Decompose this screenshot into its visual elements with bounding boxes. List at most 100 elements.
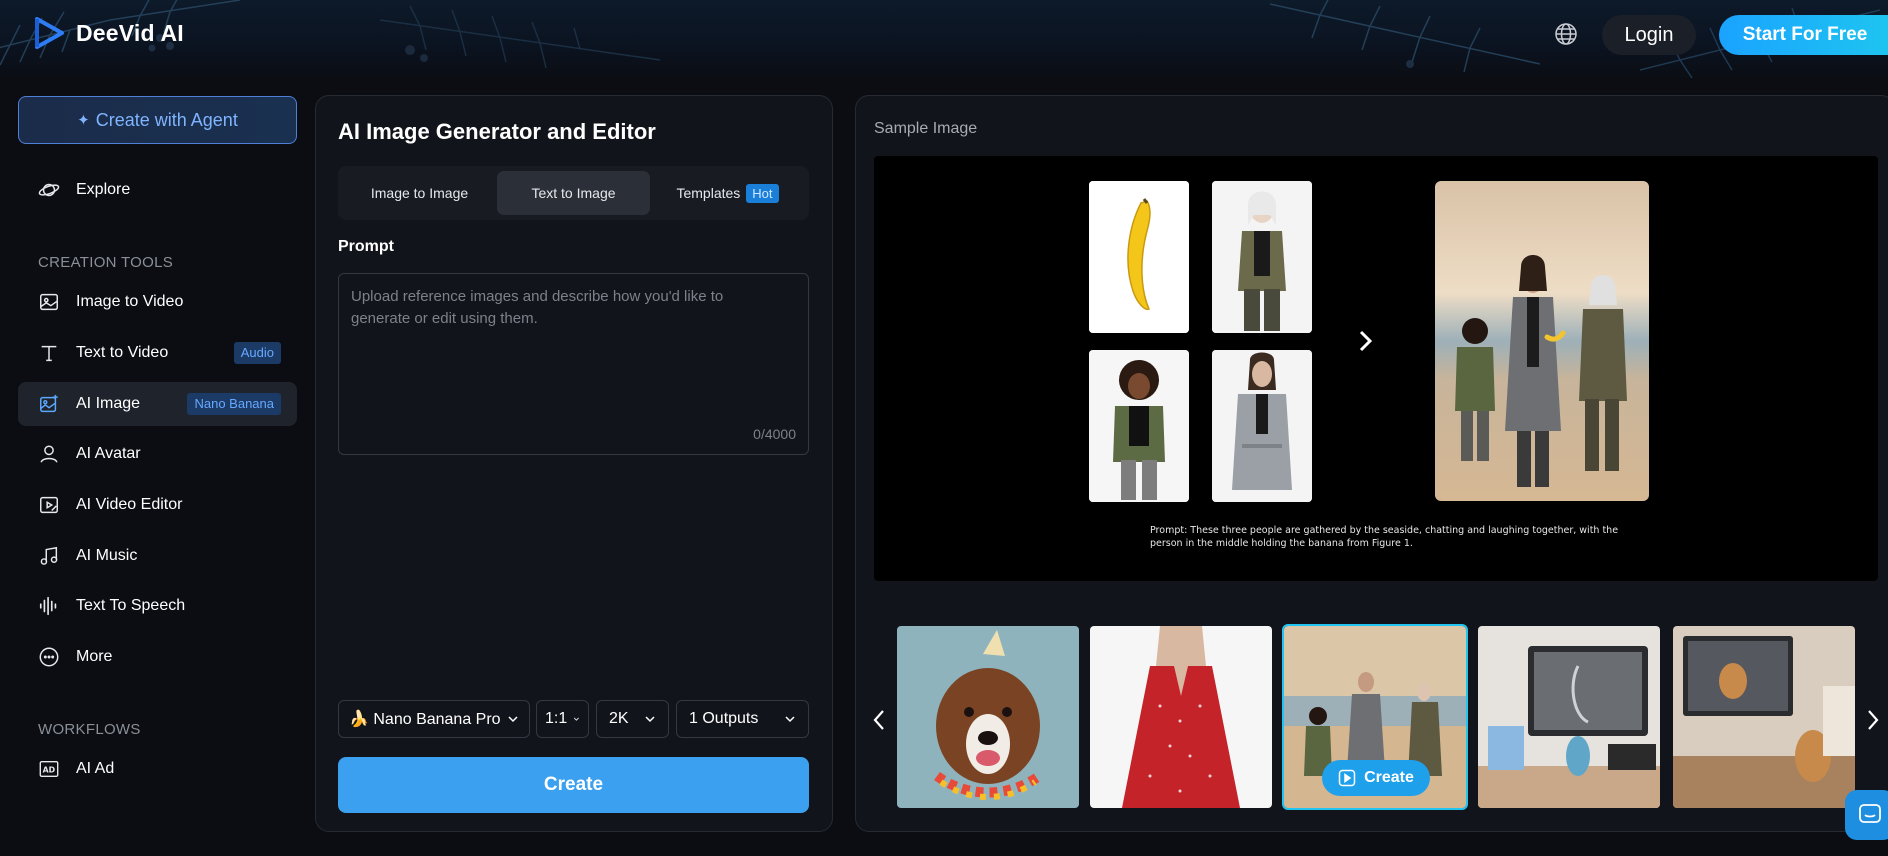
tab-label: Text to Image [531,185,616,201]
model-select-label: 🍌 Nano Banana Pro [349,711,501,728]
sidebar-item-label: AI Music [76,547,138,564]
aspect-ratio-label: 1:1 [545,710,568,727]
nano-banana-badge: Nano Banana [187,393,281,415]
pine-decoration-icon [1269,0,1541,73]
mode-tabs: Image to Image Text to Image Templates H… [338,166,809,220]
resolution-label: 2K [609,710,629,727]
red-dress-illustration [1090,626,1272,808]
thumbnail-create-button[interactable]: Create [1322,760,1430,796]
cat-figure-illustration [1673,626,1855,808]
svg-text:AD: AD [43,766,56,775]
creation-tools-heading: CREATION TOOLS [38,254,174,271]
waveform-icon [39,596,57,616]
sidebar-item-text-to-speech[interactable]: Text To Speech [18,584,297,628]
beach-scene-illustration [1435,181,1649,501]
more-icon [39,647,59,667]
audio-badge: Audio [233,342,281,364]
sample-thumbnail[interactable] [1478,626,1660,808]
prompt-input[interactable]: Upload reference images and describe how… [338,273,809,455]
sidebar-item-label: More [76,648,113,665]
login-button[interactable]: Login [1602,15,1696,55]
sidebar-item-ai-video-editor[interactable]: AI Video Editor [18,483,297,527]
sidebar-item-label: Explore [76,181,131,198]
sidebar-item-ai-music[interactable]: AI Music [18,534,297,578]
character-count: 0/4000 [753,426,796,442]
banana-illustration [1089,181,1189,333]
text-icon [41,345,57,362]
sidebar-item-ai-avatar[interactable]: AI Avatar [18,432,297,476]
tab-label: Templates [676,185,741,201]
sidebar-item-label: Text To Speech [76,597,186,614]
chevron-right-icon[interactable] [1864,708,1882,732]
chevron-down-icon [574,717,580,721]
sidebar-item-ai-image[interactable]: AI Image Nano Banana [18,382,297,426]
result-image [1435,181,1649,501]
chevron-down-icon [785,716,795,723]
sidebar-item-label: AI Image [76,395,141,412]
sample-preview [874,156,1878,581]
tab-text-to-image[interactable]: Text to Image [497,171,650,215]
create-button[interactable]: Create [338,757,809,813]
ai-image-icon [40,394,58,413]
chevron-left-icon[interactable] [870,708,888,732]
tab-label: Image to Image [370,185,469,201]
sidebar-item-image-to-video[interactable]: Image to Video [18,280,297,324]
woman-illustration [1212,181,1312,333]
hot-badge: Hot [746,183,779,203]
dog-illustration [897,626,1079,808]
globe-icon[interactable] [1554,22,1578,46]
reference-image-woman [1212,181,1312,333]
sidebar-item-label: AI Video Editor [76,496,183,513]
sample-thumbnail[interactable] [1090,626,1272,808]
model-select[interactable]: 🍌 Nano Banana Pro [338,700,530,738]
outputs-label: 1 Outputs [689,710,759,727]
aspect-ratio-select[interactable]: 1:1 [536,700,589,738]
prompt-label: Prompt [338,238,394,255]
image-icon [40,293,58,311]
sparkle-icon: ✦ [77,112,90,129]
man-illustration [1212,350,1312,502]
sample-prompt-caption: Prompt: These three people are gathered … [1150,525,1619,549]
sidebar-item-text-to-video[interactable]: Text to Video Audio [18,331,297,375]
ad-icon: AD [39,760,59,778]
brand-logo[interactable]: DeeVid AI [32,16,184,50]
chevron-down-icon [645,716,655,723]
prompt-placeholder: Upload reference images and describe how… [351,288,724,327]
sidebar-item-ai-ad[interactable]: AD AI Ad [18,747,297,791]
sidebar-item-more[interactable]: More [18,635,297,679]
tab-image-to-image[interactable]: Image to Image [343,171,496,215]
sidebar-item-label: AI Avatar [76,445,141,462]
chevron-down-icon [508,716,518,723]
create-with-agent-button[interactable]: ✦ Create with Agent [18,96,297,144]
sample-thumbnail[interactable] [1673,626,1855,808]
create-with-agent-label: Create with Agent [95,109,238,130]
avatar-icon [40,445,58,463]
deevid-logo-icon [35,17,64,49]
play-square-icon [1338,769,1356,787]
sidebar-item-explore[interactable]: Explore [18,168,297,212]
pine-decoration-icon [380,5,661,69]
start-for-free-button[interactable]: Start For Free [1719,15,1888,55]
planet-icon [38,183,60,197]
tab-templates[interactable]: Templates Hot [651,171,804,215]
page-title: AI Image Generator and Editor [338,119,656,144]
reference-image-banana [1089,181,1189,333]
sample-heading: Sample Image [874,120,978,137]
music-icon [40,546,58,565]
support-chat-button[interactable] [1845,790,1888,840]
sidebar-item-label: Text to Video [76,344,169,361]
chevron-right-icon [1359,330,1373,352]
sample-thumbnail[interactable] [897,626,1079,808]
reference-image-man [1212,350,1312,502]
resolution-select[interactable]: 2K [596,700,669,738]
sidebar-item-label: Image to Video [76,293,184,310]
workflows-heading: WORKFLOWS [38,721,141,738]
figure-desk-illustration [1478,626,1660,808]
video-editor-icon [40,496,58,514]
thumbnail-create-label: Create [1364,769,1414,786]
brand-name: DeeVid AI [76,19,184,46]
outputs-select[interactable]: 1 Outputs [676,700,809,738]
child-illustration [1089,350,1189,502]
sidebar-item-label: AI Ad [76,760,115,777]
reference-image-child [1089,350,1189,502]
